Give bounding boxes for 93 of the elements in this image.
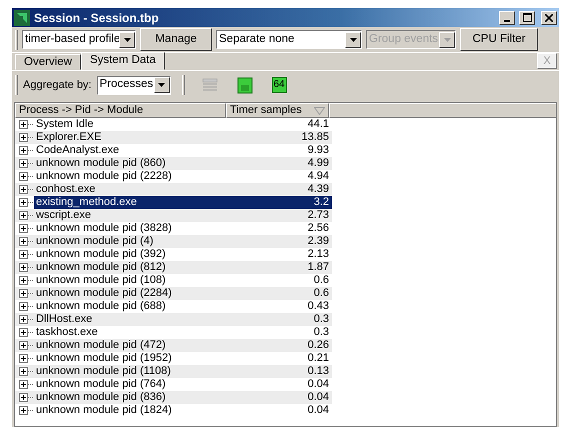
close-button[interactable]: [541, 10, 557, 24]
caret-icon: [119, 32, 135, 48]
sample-value: 3.2: [272, 196, 332, 209]
sample-value: 2.56: [306, 222, 330, 235]
sample-value: 9.93: [306, 144, 330, 157]
expand-icon[interactable]: [19, 263, 28, 272]
manage-button[interactable]: Manage: [140, 28, 212, 51]
process-name[interactable]: wscript.exe: [34, 209, 272, 222]
sample-value: 4.99: [306, 157, 330, 170]
expand-icon[interactable]: [19, 341, 28, 350]
process-name[interactable]: unknown module pid (812): [34, 261, 272, 274]
process-name[interactable]: unknown module pid (860): [34, 157, 272, 170]
sample-value: 0.21: [306, 352, 330, 365]
maximize-button[interactable]: [519, 10, 535, 24]
process-name[interactable]: System Idle: [34, 118, 272, 131]
expand-icon[interactable]: [19, 354, 28, 363]
maximize-icon: [522, 13, 532, 22]
process-name[interactable]: unknown module pid (4): [34, 235, 272, 248]
process-name[interactable]: conhost.exe: [34, 183, 272, 196]
cpu-filter-button[interactable]: CPU Filter: [460, 28, 538, 51]
expand-icon[interactable]: [19, 120, 28, 129]
expand-icon[interactable]: [19, 276, 28, 285]
sample-value: 44.1: [306, 118, 330, 131]
process-name[interactable]: unknown module pid (688): [34, 300, 272, 313]
process-name[interactable]: unknown module pid (836): [34, 391, 272, 404]
window-title: Session - Session.tbp: [34, 10, 159, 26]
separate-dropdown[interactable]: Separate none: [216, 30, 362, 49]
caret-icon: [439, 32, 455, 48]
expand-icon[interactable]: [19, 133, 28, 142]
process-name[interactable]: unknown module pid (2228): [34, 170, 272, 183]
caret-icon: [345, 32, 361, 48]
expand-icon[interactable]: [19, 224, 28, 233]
sample-value: 0.3: [312, 326, 330, 339]
sample-value: 4.94: [306, 170, 330, 183]
64-bit-button[interactable]: 64: [272, 77, 287, 93]
expand-icon[interactable]: [19, 289, 28, 298]
process-name[interactable]: Explorer.EXE: [34, 131, 272, 144]
page-icon[interactable]: [236, 76, 252, 94]
process-name[interactable]: unknown module pid (3828): [34, 222, 272, 235]
expand-icon[interactable]: [19, 302, 28, 311]
column-header[interactable]: Process -> Pid -> Module: [15, 103, 226, 118]
expand-icon[interactable]: [19, 211, 28, 220]
sample-value: 4.39: [306, 183, 330, 196]
sample-value: 13.85: [300, 131, 330, 144]
expand-icon[interactable]: [19, 380, 28, 389]
process-name[interactable]: unknown module pid (2284): [34, 287, 272, 300]
expand-icon[interactable]: [19, 198, 28, 207]
sample-value: 0.04: [306, 404, 330, 417]
process-name[interactable]: DllHost.exe: [34, 313, 272, 326]
process-name[interactable]: unknown module pid (1824): [34, 404, 272, 417]
process-name[interactable]: unknown module pid (472): [34, 339, 272, 352]
process-name[interactable]: taskhost.exe: [34, 326, 272, 339]
sample-value: 0.6: [312, 274, 330, 287]
expand-icon[interactable]: [19, 393, 28, 402]
process-name[interactable]: unknown module pid (108): [34, 274, 272, 287]
sample-value: 0.6: [312, 287, 330, 300]
sample-value: 2.73: [306, 209, 330, 222]
expand-icon[interactable]: [19, 237, 28, 246]
app-icon: [14, 10, 30, 26]
column-header[interactable]: Timer samples: [226, 103, 329, 118]
process-name[interactable]: unknown module pid (1108): [34, 365, 272, 378]
process-name[interactable]: CodeAnalyst.exe: [34, 144, 272, 157]
sort-icon: [314, 106, 325, 114]
sample-value: 0.04: [306, 391, 330, 404]
expand-icon[interactable]: [19, 250, 28, 259]
process-name[interactable]: unknown module pid (392): [34, 248, 272, 261]
expand-icon[interactable]: [19, 367, 28, 376]
minimize-button[interactable]: [499, 10, 515, 24]
caret-icon: [154, 77, 170, 93]
expand-icon[interactable]: [19, 159, 28, 168]
sample-value: 0.3: [312, 313, 330, 326]
sample-value: 2.39: [306, 235, 330, 248]
sample-value: 0.04: [306, 378, 330, 391]
expand-icon[interactable]: [19, 315, 28, 324]
process-name[interactable]: unknown module pid (764): [34, 378, 272, 391]
expand-icon[interactable]: [19, 406, 28, 415]
sample-value: 1.87: [306, 261, 330, 274]
sample-value: 2.13: [306, 248, 330, 261]
expand-icon[interactable]: [19, 146, 28, 155]
expand-icon[interactable]: [19, 172, 28, 181]
sample-value: 0.43: [306, 300, 330, 313]
aggregate-dropdown[interactable]: Processes: [96, 76, 170, 94]
process-name[interactable]: unknown module pid (1952): [34, 352, 272, 365]
tab[interactable]: Overview: [15, 54, 81, 70]
aggregate-label: Aggregate by:: [23, 78, 92, 93]
close-icon: [545, 14, 553, 22]
tab[interactable]: System Data: [80, 52, 165, 70]
sample-value: 0.26: [306, 339, 330, 352]
sample-value: 0.13: [306, 365, 330, 378]
expand-icon[interactable]: [19, 185, 28, 194]
process-name[interactable]: existing_method.exe: [34, 196, 272, 209]
expand-icon[interactable]: [19, 328, 28, 337]
minimize-icon: [504, 20, 510, 22]
